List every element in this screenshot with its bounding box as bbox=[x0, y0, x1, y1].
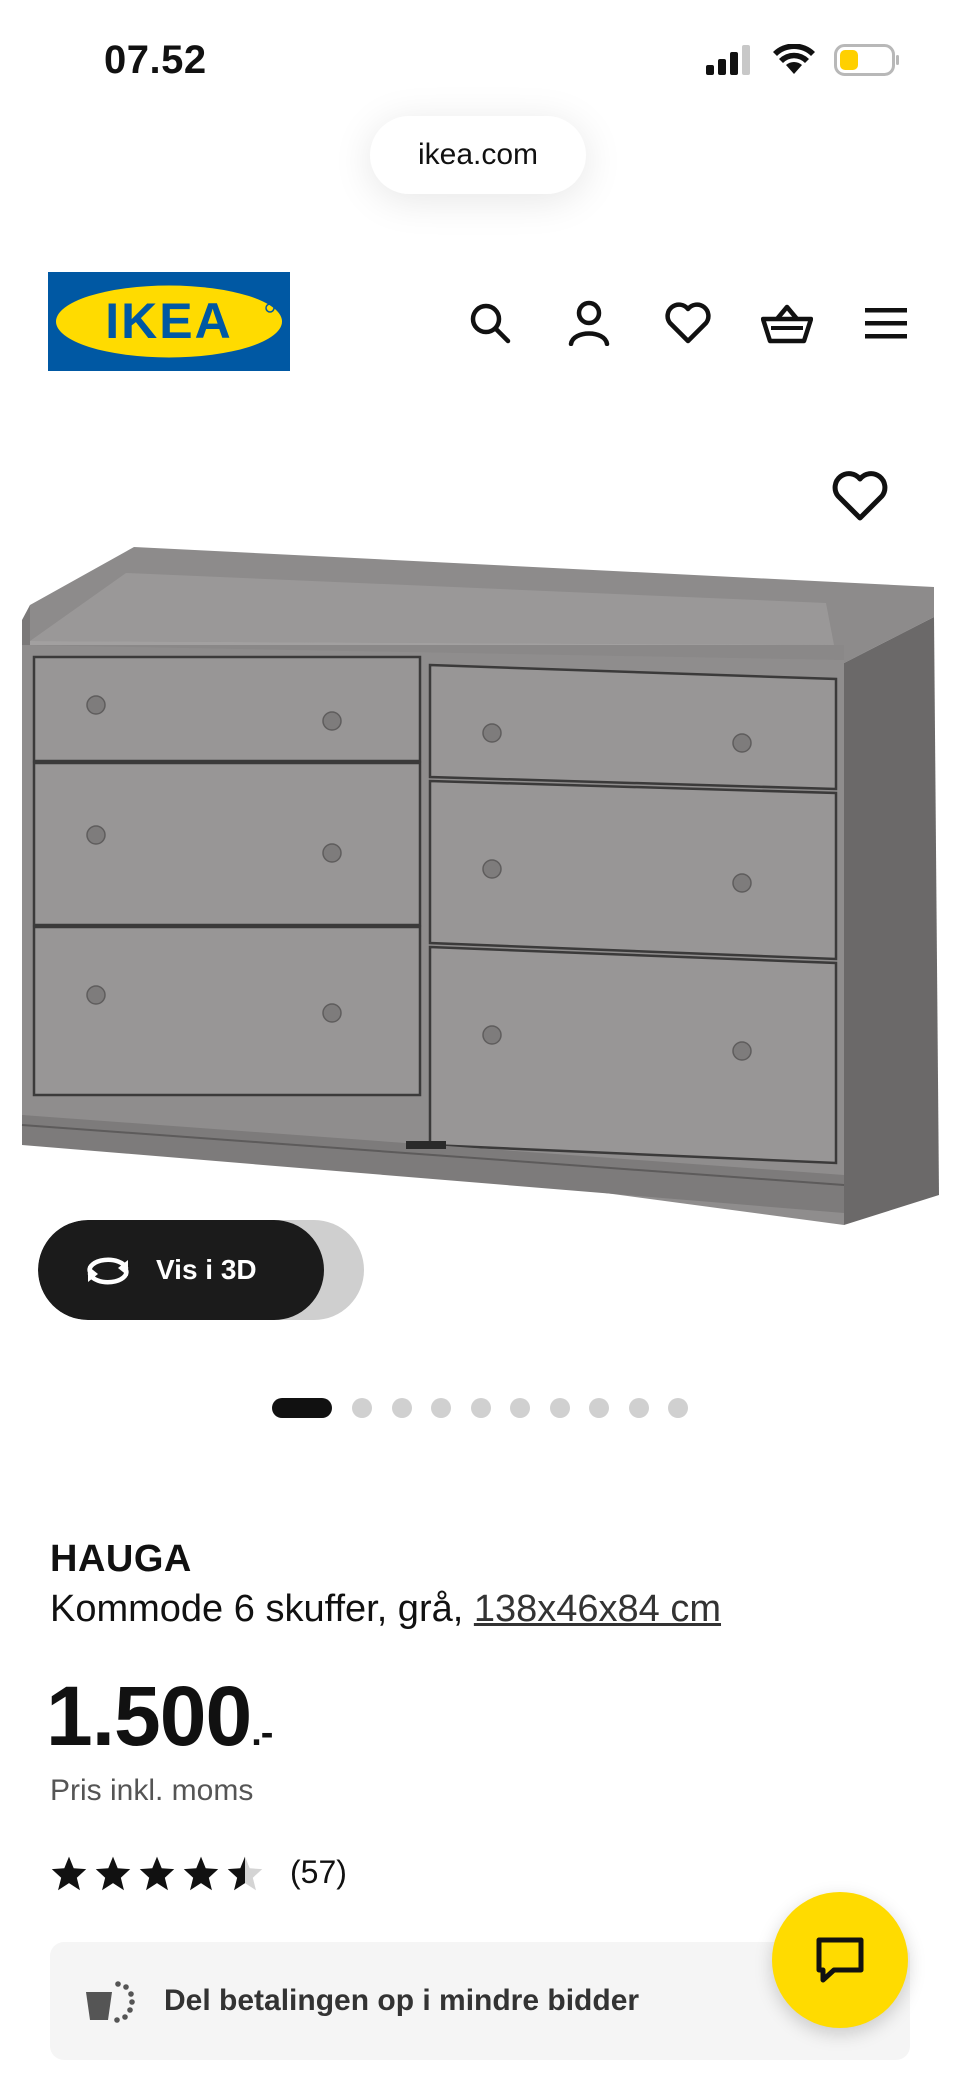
pagination-dot[interactable] bbox=[628, 1398, 649, 1418]
search-button[interactable] bbox=[440, 294, 539, 352]
installment-payment-icon bbox=[86, 1981, 135, 2023]
favorites-button[interactable] bbox=[638, 294, 737, 352]
view-3d-pill[interactable]: Vis i 3D bbox=[38, 1220, 324, 1320]
pagination-dot[interactable] bbox=[668, 1398, 688, 1418]
rotate-3d-icon bbox=[87, 1257, 129, 1285]
heart-icon bbox=[664, 302, 711, 344]
account-button[interactable] bbox=[539, 294, 638, 352]
basket-icon bbox=[760, 304, 813, 344]
address-bar[interactable]: ikea.com bbox=[370, 116, 586, 194]
product-name: HAUGA bbox=[50, 1538, 192, 1580]
pagination-dot[interactable] bbox=[589, 1398, 609, 1418]
payment-banner-text: Del betalingen op i mindre bidder bbox=[164, 1984, 640, 2017]
product-description: Kommode 6 skuffer, grå, 138x46x84 cm bbox=[50, 1588, 721, 1631]
search-icon bbox=[470, 303, 510, 344]
star-icon bbox=[51, 1856, 87, 1890]
star-icon bbox=[139, 1856, 175, 1890]
battery-icon bbox=[834, 44, 899, 76]
pagination-dot-active[interactable] bbox=[272, 1398, 332, 1418]
pagination-dot[interactable] bbox=[470, 1398, 491, 1418]
header-nav bbox=[440, 294, 935, 352]
pagination-dot[interactable] bbox=[431, 1398, 451, 1418]
product-image[interactable] bbox=[14, 545, 944, 1225]
product-type: Kommode 6 skuffer, grå, bbox=[50, 1588, 464, 1630]
pagination-dot[interactable] bbox=[391, 1398, 412, 1418]
status-icons bbox=[704, 44, 900, 76]
price-value: 1.500 bbox=[46, 1669, 252, 1763]
price-suffix: .- bbox=[251, 1712, 273, 1754]
product-rating[interactable]: (57) bbox=[50, 1854, 347, 1891]
product-dimensions-link[interactable]: 138x46x84 cm bbox=[474, 1588, 721, 1630]
logo-text: IKEA bbox=[105, 293, 232, 349]
chat-icon bbox=[816, 1937, 864, 1983]
product-price: 1.500.- bbox=[46, 1668, 273, 1765]
star-icon bbox=[183, 1856, 219, 1890]
menu-icon bbox=[864, 308, 907, 339]
pagination-dot[interactable] bbox=[510, 1398, 530, 1418]
image-pagination bbox=[272, 1398, 708, 1418]
half-star-icon bbox=[227, 1856, 263, 1890]
menu-button[interactable] bbox=[836, 294, 935, 352]
view-3d-button[interactable]: en Vis i 3D bbox=[38, 1220, 364, 1320]
view-3d-label: Vis i 3D bbox=[156, 1254, 257, 1285]
status-time: 07.52 bbox=[104, 38, 207, 82]
rating-stars bbox=[50, 1855, 264, 1891]
basket-button[interactable] bbox=[737, 294, 836, 352]
url-text: ikea.com bbox=[417, 138, 539, 171]
account-icon bbox=[568, 300, 609, 346]
cellular-signal-icon bbox=[706, 45, 750, 75]
pagination-dot[interactable] bbox=[549, 1398, 570, 1418]
review-count: (57) bbox=[290, 1854, 347, 1890]
star-icon bbox=[95, 1856, 131, 1890]
chat-button[interactable] bbox=[772, 1892, 908, 2028]
heart-icon bbox=[832, 471, 888, 521]
pagination-dot[interactable] bbox=[352, 1398, 372, 1418]
price-vat-note: Pris inkl. moms bbox=[50, 1774, 254, 1807]
ikea-logo[interactable]: IKEA bbox=[48, 272, 290, 371]
wifi-icon bbox=[773, 44, 815, 74]
add-to-favorites-button[interactable] bbox=[832, 470, 888, 522]
